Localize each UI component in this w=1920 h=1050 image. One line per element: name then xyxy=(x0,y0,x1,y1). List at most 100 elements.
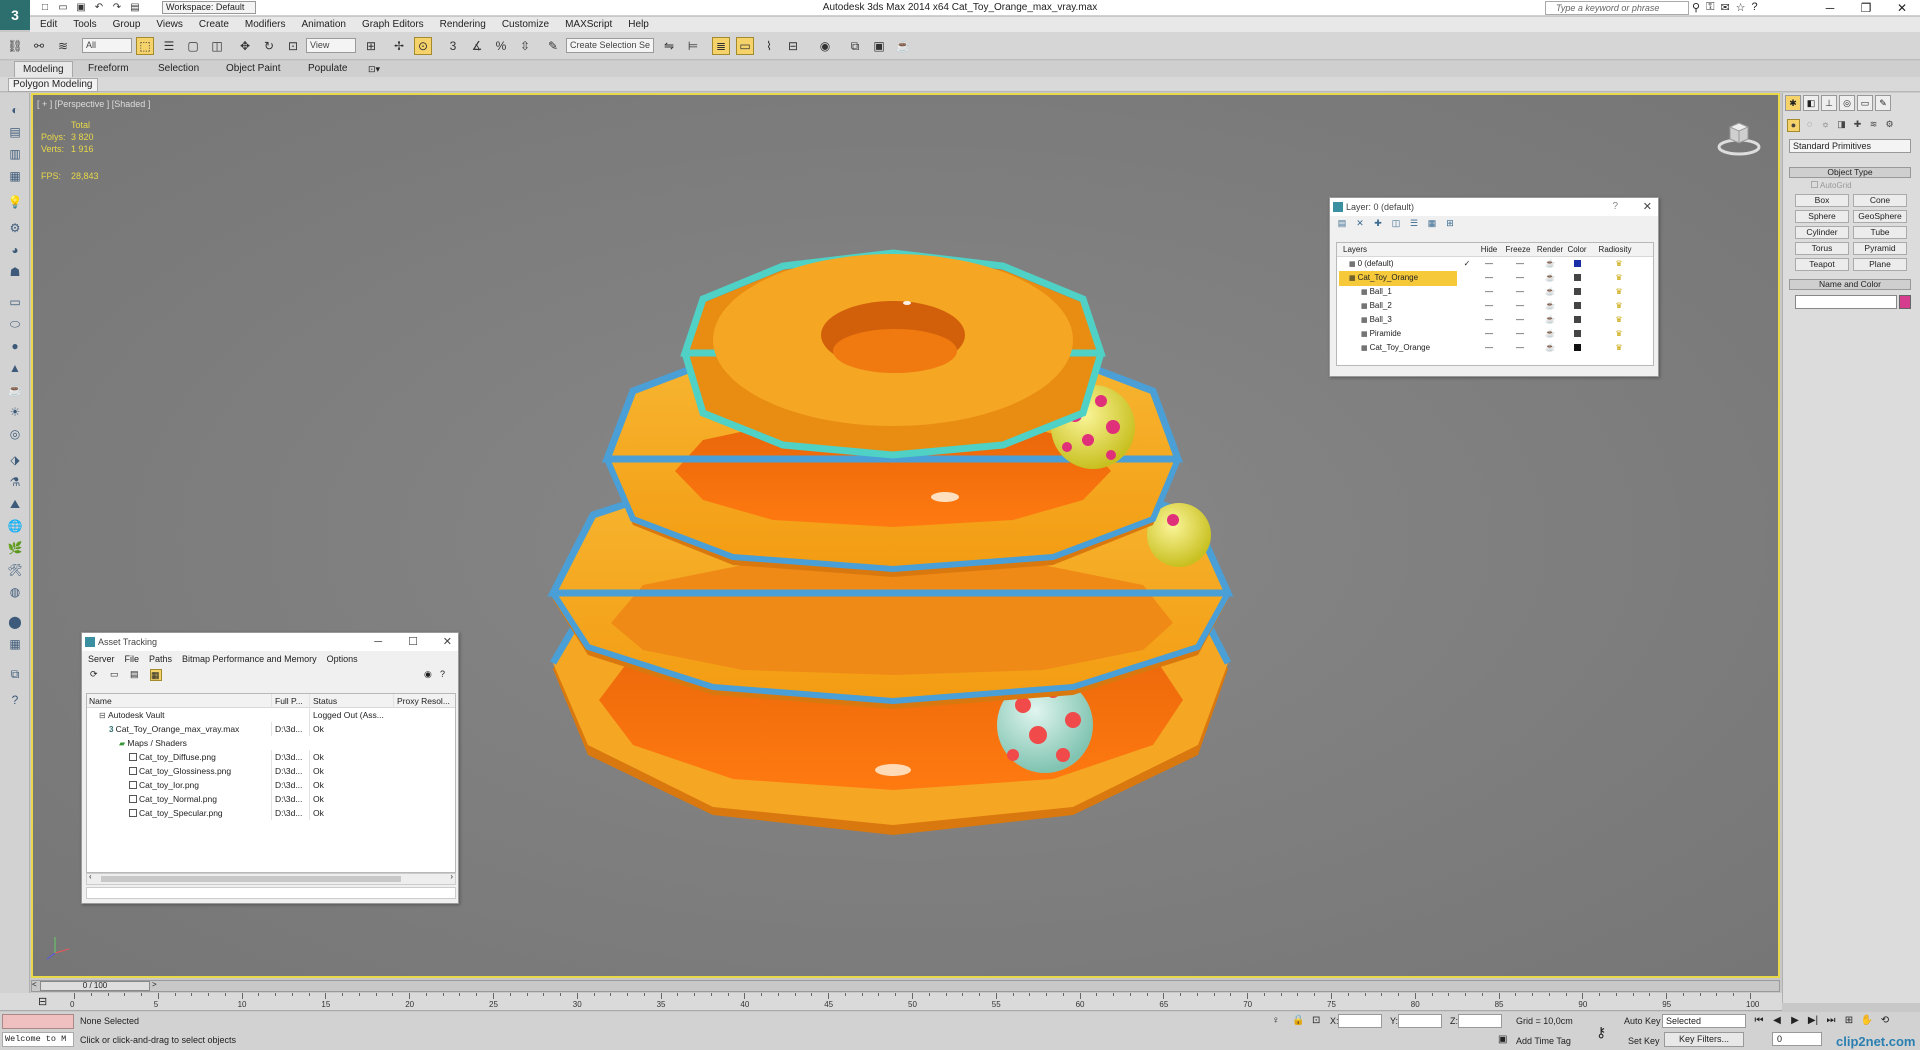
tool-icon-2[interactable]: ▤ xyxy=(6,123,24,141)
layer-color-swatch[interactable] xyxy=(1565,341,1589,355)
radiosity-icon[interactable]: ♛ xyxy=(1599,257,1639,271)
layer-hide-toggle[interactable]: — xyxy=(1477,271,1501,285)
tool-icon-24[interactable]: ▦ xyxy=(6,635,24,653)
radiosity-icon[interactable]: ♛ xyxy=(1599,299,1639,313)
minimize-icon[interactable]: ─ xyxy=(374,633,382,651)
col-proxy-resolution[interactable]: Proxy Resol... xyxy=(393,694,455,708)
layer-name[interactable]: ▦ Ball_1 xyxy=(1339,285,1457,300)
lights-icon[interactable]: ☼ xyxy=(1819,119,1832,132)
auto-key-button[interactable]: Auto Key xyxy=(1624,1016,1661,1026)
close-icon[interactable]: ✕ xyxy=(443,633,452,651)
render-teapot-icon[interactable]: ☕ xyxy=(1535,313,1565,327)
torus-button[interactable]: Torus xyxy=(1795,242,1849,255)
slider-prev-icon[interactable]: < xyxy=(32,980,37,989)
asset-dialog-titlebar[interactable]: Asset Tracking ─ ☐ ✕ xyxy=(82,633,458,651)
asset-row[interactable]: 3 Cat_Toy_Orange_max_vray.max D:\3d... Ok xyxy=(87,722,455,736)
layer-row[interactable]: ▦ Ball_3— — ☕ ♛ xyxy=(1337,313,1653,327)
orbit-icon[interactable]: ⟲ xyxy=(1878,1014,1892,1028)
named-selection-dropdown[interactable]: Create Selection Se xyxy=(566,38,654,53)
curve-editor-icon[interactable]: ⌇ xyxy=(760,37,778,55)
add-time-tag-button[interactable]: Add Time Tag xyxy=(1516,1036,1571,1046)
z-coordinate-input[interactable] xyxy=(1458,1014,1502,1028)
col-freeze[interactable]: Freeze xyxy=(1503,243,1533,257)
cone-button[interactable]: Cone xyxy=(1853,194,1907,207)
layer-hide-toggle[interactable]: — xyxy=(1477,257,1501,271)
tool-icon-1[interactable]: ◐ xyxy=(6,101,24,119)
layer-row[interactable]: ▦ Ball_1— — ☕ ♛ xyxy=(1337,285,1653,299)
link-icon[interactable]: ⛓ xyxy=(6,37,24,55)
layer-color-swatch[interactable] xyxy=(1565,257,1589,271)
tool-icon-18[interactable]: ⛰ xyxy=(6,495,24,513)
manipulate-icon[interactable]: ✢ xyxy=(390,37,408,55)
go-to-start-icon[interactable]: ⏮ xyxy=(1752,1014,1766,1028)
render-teapot-icon[interactable]: ☕ xyxy=(1535,271,1565,285)
help-icon[interactable]: ? xyxy=(440,669,452,681)
layer-dialog-titlebar[interactable]: Layer: 0 (default) ? ✕ xyxy=(1330,198,1658,216)
rotate-icon[interactable]: ↻ xyxy=(260,37,278,55)
menu-views[interactable]: Views xyxy=(156,17,193,32)
layer-row[interactable]: ▦ Cat_Toy_Orange — — ☕ ♛ xyxy=(1337,271,1653,286)
tree-icon[interactable]: 🌿 xyxy=(6,539,24,557)
menu-graph-editors[interactable]: Graph Editors xyxy=(362,17,434,32)
asset-row[interactable]: Cat_toy_Normal.png D:\3d... Ok xyxy=(87,792,455,806)
cylinder-button[interactable]: Cylinder xyxy=(1795,226,1849,239)
help-icon[interactable]: ? xyxy=(1612,198,1618,216)
motion-tab-icon[interactable]: ◎ xyxy=(1839,95,1855,111)
tool-icon-17[interactable]: ⚗ xyxy=(6,473,24,491)
col-name[interactable]: Name xyxy=(89,694,269,708)
set-key-button[interactable]: Set Key xyxy=(1628,1036,1660,1046)
add-to-layer-icon[interactable]: ✚ xyxy=(1372,218,1384,230)
restore-icon[interactable]: ❐ xyxy=(1848,0,1884,16)
reference-coordinate-dropdown[interactable]: View xyxy=(306,38,356,53)
render-teapot-icon[interactable]: ☕ xyxy=(1535,341,1565,355)
layer-explorer-icon[interactable]: ≣ xyxy=(712,37,730,55)
asset-row[interactable]: Cat_toy_Ior.png D:\3d... Ok xyxy=(87,778,455,792)
teapot-button[interactable]: Teapot xyxy=(1795,258,1849,271)
layer-row[interactable]: ▦ 0 (default) ✓ — — ☕ ♛ xyxy=(1337,257,1653,271)
radiosity-icon[interactable]: ♛ xyxy=(1599,271,1639,285)
absolute-mode-icon[interactable]: ⊡ xyxy=(1312,1015,1320,1026)
refresh-icon[interactable]: ⟳ xyxy=(90,669,102,681)
previous-frame-icon[interactable]: ◀ xyxy=(1770,1014,1784,1028)
tab-modeling[interactable]: Modeling xyxy=(14,61,73,78)
geometry-category-dropdown[interactable]: Standard Primitives xyxy=(1789,139,1911,153)
light-bulb-icon[interactable]: 💡 xyxy=(6,193,24,211)
percent-snap-icon[interactable]: % xyxy=(492,37,510,55)
tube-button[interactable]: Tube xyxy=(1853,226,1907,239)
minimize-icon[interactable]: ─ xyxy=(1812,0,1848,16)
name-and-color-rollout[interactable]: Name and Color xyxy=(1789,279,1911,290)
asset-row[interactable]: Cat_toy_Glossiness.png D:\3d... Ok xyxy=(87,764,455,778)
tool-icon-16[interactable]: ⬗ xyxy=(6,451,24,469)
isolate-icon[interactable]: ♀ xyxy=(1272,1015,1280,1026)
teapot-tool-icon[interactable]: ☕ xyxy=(6,381,24,399)
render-teapot-icon[interactable]: ☕ xyxy=(1535,285,1565,299)
tree-view-icon[interactable]: ▤ xyxy=(130,669,142,681)
systems-icon[interactable]: ⚙ xyxy=(1883,119,1896,132)
asset-tracking-dialog[interactable]: Asset Tracking ─ ☐ ✕ Server File Paths B… xyxy=(81,632,459,904)
asset-row[interactable]: Cat_toy_Specular.png D:\3d... Ok xyxy=(87,806,455,820)
box-button[interactable]: Box xyxy=(1795,194,1849,207)
layer-freeze-toggle[interactable]: — xyxy=(1505,327,1535,341)
layer-freeze-toggle[interactable]: — xyxy=(1505,299,1535,313)
scrollbar-thumb[interactable] xyxy=(101,876,401,882)
layer-freeze-toggle[interactable]: — xyxy=(1505,257,1535,271)
spinner-snap-icon[interactable]: ⇳ xyxy=(516,37,534,55)
render-teapot-icon[interactable]: ☕ xyxy=(1535,299,1565,313)
angle-snap-icon[interactable]: ∡ xyxy=(468,37,486,55)
layer-freeze-toggle[interactable]: — xyxy=(1505,341,1535,355)
x-coordinate-input[interactable] xyxy=(1338,1014,1382,1028)
layer-row[interactable]: ▦ Piramide — — ☕ ♛ xyxy=(1337,327,1653,341)
ribbon-options-icon[interactable]: ⊡▾ xyxy=(368,61,380,77)
menu-customize[interactable]: Customize xyxy=(502,17,559,32)
viewport-label[interactable]: [ + ] [Perspective ] [Shaded ] xyxy=(37,99,150,109)
cone-tool-icon[interactable]: ▲ xyxy=(6,359,24,377)
render-teapot-icon[interactable]: ☕ xyxy=(1535,327,1565,341)
time-slider-thumb[interactable]: 0 / 100 xyxy=(40,981,150,991)
sphere-button[interactable]: Sphere xyxy=(1795,210,1849,223)
layer-hide-toggle[interactable]: — xyxy=(1477,285,1501,299)
pivot-center-icon[interactable]: ⊞ xyxy=(362,37,380,55)
maxscript-listener-input[interactable]: Welcome to M xyxy=(2,1032,74,1047)
select-by-name-icon[interactable]: ☰ xyxy=(160,37,178,55)
maximize-icon[interactable]: ☐ xyxy=(408,633,418,651)
menu-bitmap-performance[interactable]: Bitmap Performance and Memory xyxy=(182,651,317,667)
